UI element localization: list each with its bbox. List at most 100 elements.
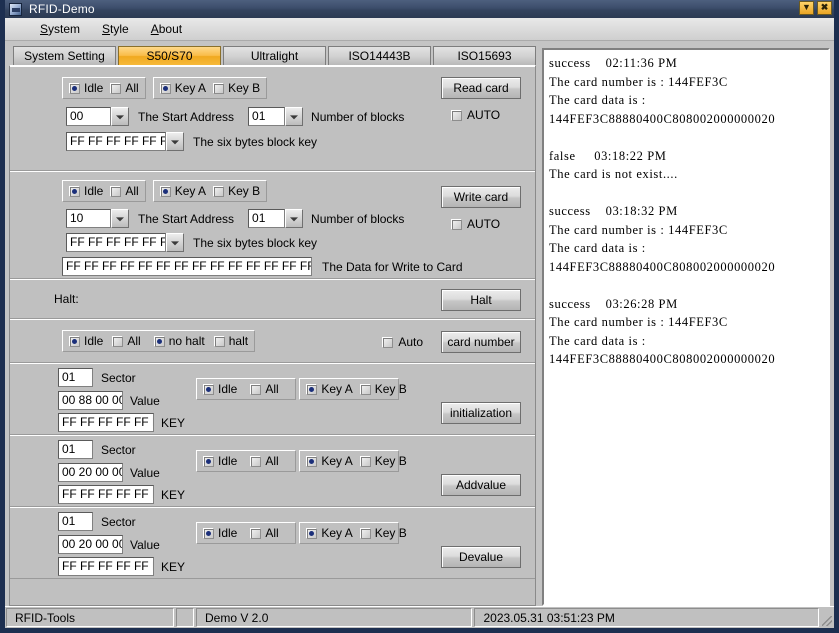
menu-accel-style: S [102,22,110,36]
devalue-sector-input[interactable]: 01 [58,512,93,531]
read-start-address-input[interactable]: 00 [66,107,111,126]
addvalue-radio-all-label: All [265,454,278,468]
read-block-key-input[interactable]: FF FF FF FF FF FF [66,132,166,151]
devalue-radio-all[interactable]: All [250,526,278,540]
devalue-button[interactable]: Devalue [441,546,521,568]
cardnum-radio-no-halt[interactable]: no halt [154,334,205,348]
log-line: The card number is : 144FEF3C [549,73,823,92]
init-radio-all[interactable]: All [250,382,278,396]
read-card-panel: Idle All Key A Key B 00 The Start Addres… [10,66,535,171]
addvalue-key-input[interactable]: FF FF FF FF FF FF [58,485,154,504]
addvalue-button[interactable]: Addvalue [441,474,521,496]
init-sector-label: Sector [101,371,136,385]
read-radio-idle[interactable]: Idle [69,81,103,95]
halt-button[interactable]: Halt [441,289,521,311]
close-icon: ✖ [821,3,829,12]
radio-idle-icon [203,456,214,467]
init-radio-idle[interactable]: Idle [203,382,237,396]
write-start-address-dropdown[interactable] [111,209,129,228]
radio-key-a-icon [306,456,317,467]
devalue-radio-key-b-label: Key B [375,526,407,540]
addvalue-radio-idle[interactable]: Idle [203,454,237,468]
log-line [549,184,823,203]
read-blocks-dropdown[interactable] [285,107,303,126]
title-bar[interactable]: RFID-Demo ▼ ✖ [5,0,834,18]
read-radio-key-b[interactable]: Key B [213,81,260,95]
status-version: Demo V 2.0 [196,608,472,627]
log-output[interactable]: success 02:11:36 PMThe card number is : … [542,48,830,606]
log-line: The card data is : [549,332,823,351]
addvalue-mode-group: Idle All [196,450,296,472]
write-block-key-dropdown[interactable] [166,233,184,252]
radio-all-icon [112,336,123,347]
cardnum-radio-idle[interactable]: Idle [69,334,103,348]
write-data-input[interactable]: FF FF FF FF FF FF FF FF FF FF FF FF FF F… [62,257,312,276]
write-start-address-input[interactable]: 10 [66,209,111,228]
write-auto-label: AUTO [467,217,500,231]
minimize-icon: ▼ [802,3,811,12]
resize-grip-icon[interactable] [820,607,834,628]
menu-item-about[interactable]: About [140,20,193,38]
devalue-key-input[interactable]: FF FF FF FF FF FF [58,557,154,576]
write-radio-key-a[interactable]: Key A [160,184,206,198]
init-sector-input[interactable]: 01 [58,368,93,387]
devalue-radio-key-a[interactable]: Key A [306,526,352,540]
addvalue-radio-key-a[interactable]: Key A [306,454,352,468]
devalue-value-input[interactable]: 00 20 00 00 [58,535,123,554]
tab-iso14443b[interactable]: ISO14443B [328,46,431,65]
addvalue-radio-key-b-label: Key B [375,454,407,468]
close-button[interactable]: ✖ [817,1,832,15]
addvalue-key-label: KEY [161,488,185,502]
init-value-input[interactable]: 00 88 00 00 [58,391,123,410]
write-block-key-input[interactable]: FF FF FF FF FF FF [66,233,166,252]
log-line: 144FEF3C88880400C808002000000020 [549,110,823,129]
read-card-button[interactable]: Read card [441,77,521,99]
read-radio-all[interactable]: All [110,81,138,95]
tab-ultralight[interactable]: Ultralight [223,46,326,65]
read-start-address-dropdown[interactable] [111,107,129,126]
init-radio-key-b[interactable]: Key B [360,382,407,396]
addvalue-radio-key-a-label: Key A [321,454,352,468]
read-mode-group: Idle All [62,77,146,99]
cardnum-auto-row[interactable]: Auto [382,335,423,349]
addvalue-sector-input[interactable]: 01 [58,440,93,459]
radio-idle-icon [69,336,80,347]
menu-item-style[interactable]: Style [91,20,140,38]
init-value-label: Value [130,394,160,408]
addvalue-radio-key-b[interactable]: Key B [360,454,407,468]
log-line: The card number is : 144FEF3C [549,313,823,332]
addvalue-radio-all[interactable]: All [250,454,278,468]
write-block-key-label: The six bytes block key [193,236,317,250]
read-auto-row[interactable]: AUTO [441,108,500,122]
init-key-input[interactable]: FF FF FF FF FF FF [58,413,154,432]
devalue-radio-key-b[interactable]: Key B [360,526,407,540]
write-auto-row[interactable]: AUTO [441,217,500,231]
addvalue-value-input[interactable]: 00 20 00 00 [58,463,123,482]
write-key-group: Key A Key B [153,180,267,202]
log-line: The card data is : [549,91,823,110]
initialization-button[interactable]: initialization [441,402,521,424]
write-blocks-dropdown[interactable] [285,209,303,228]
addvalue-key-group: Key A Key B [299,450,399,472]
devalue-mode-group: Idle All [196,522,296,544]
minimize-button[interactable]: ▼ [799,1,814,15]
cardnum-radio-halt[interactable]: halt [214,334,248,348]
write-radio-key-b[interactable]: Key B [213,184,260,198]
init-radio-key-a[interactable]: Key A [306,382,352,396]
read-radio-key-a[interactable]: Key A [160,81,206,95]
right-column: success 02:11:36 PMThe card number is : … [542,46,830,606]
card-number-button[interactable]: card number [441,331,521,353]
read-blocks-input[interactable]: 01 [248,107,285,126]
write-radio-all[interactable]: All [110,184,138,198]
write-radio-idle[interactable]: Idle [69,184,103,198]
cardnum-radio-all[interactable]: All [112,334,140,348]
write-blocks-input[interactable]: 01 [248,209,285,228]
devalue-radio-idle[interactable]: Idle [203,526,237,540]
menu-item-system[interactable]: System [29,20,91,38]
tab-system-setting[interactable]: System Setting [13,46,116,65]
log-line: 144FEF3C88880400C808002000000020 [549,258,823,277]
tab-s50-s70[interactable]: S50/S70 [118,46,221,65]
write-card-button[interactable]: Write card [441,186,521,208]
tab-iso15693[interactable]: ISO15693 [433,46,536,65]
read-block-key-dropdown[interactable] [166,132,184,151]
